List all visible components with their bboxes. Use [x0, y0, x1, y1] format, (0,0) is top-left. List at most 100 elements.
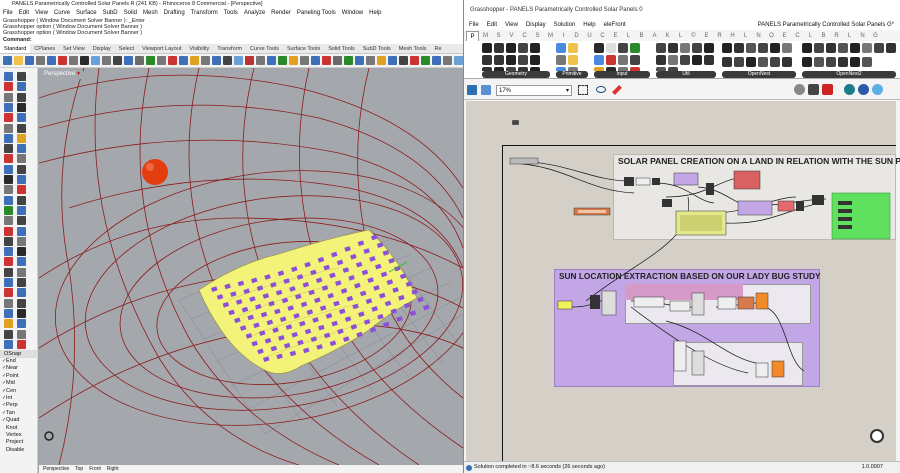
preview-eye-icon[interactable]: [596, 86, 606, 93]
component-icon[interactable]: [506, 55, 516, 65]
toolbar-tool-icon[interactable]: [157, 56, 166, 65]
viewport-tab[interactable]: Right: [107, 465, 119, 473]
gh-category-tab[interactable]: L: [843, 31, 856, 41]
left-tool-icon[interactable]: [17, 123, 26, 133]
component-icon[interactable]: [814, 43, 824, 53]
toolbar-tool-icon[interactable]: [223, 56, 232, 65]
gh-category-tab[interactable]: S: [531, 31, 544, 41]
toolbar-tool-icon[interactable]: [146, 56, 155, 65]
toolbar-tool-icon[interactable]: [410, 56, 419, 65]
toolbar-tool-icon[interactable]: [256, 56, 265, 65]
osnap-item[interactable]: ✓Mid: [0, 380, 38, 387]
left-tool-icon[interactable]: [4, 257, 13, 267]
component-icon[interactable]: [556, 55, 566, 65]
component-icon[interactable]: [692, 43, 702, 53]
gh-menu-item[interactable]: Solution: [554, 20, 576, 30]
osnap-item[interactable]: ✓End: [0, 358, 38, 365]
gh-category-tab[interactable]: C: [596, 31, 609, 41]
gh-category-tab[interactable]: N: [752, 31, 765, 41]
gh-category-tab[interactable]: B: [817, 31, 830, 41]
osnap-item[interactable]: ✓Quad: [0, 417, 38, 424]
command-prompt[interactable]: Command:: [3, 37, 463, 43]
toolbar-tool-icon[interactable]: [377, 56, 386, 65]
left-tool-icon[interactable]: [17, 329, 26, 339]
gh-menu-item[interactable]: Edit: [487, 20, 497, 30]
component-icon[interactable]: [886, 43, 896, 53]
left-tool-icon[interactable]: [4, 205, 13, 215]
component-icon[interactable]: [494, 43, 504, 53]
component-icon[interactable]: [482, 55, 492, 65]
toolbar-tool-icon[interactable]: [124, 56, 133, 65]
gh-category-tab[interactable]: P: [466, 31, 479, 41]
component-icon[interactable]: [482, 43, 492, 53]
toolbar-tool-icon[interactable]: [311, 56, 320, 65]
preview-mode-icon[interactable]: [808, 84, 819, 95]
component-icon[interactable]: [802, 43, 812, 53]
component-icon[interactable]: [494, 55, 504, 65]
gh-category-tab[interactable]: V: [505, 31, 518, 41]
menu-item[interactable]: Transform: [191, 9, 218, 18]
toolbar-tab[interactable]: Standard: [0, 44, 31, 53]
left-tool-icon[interactable]: [4, 308, 13, 318]
gh-menu-item[interactable]: Display: [526, 20, 546, 30]
preview-color-icon[interactable]: [822, 84, 833, 95]
toolbar-tool-icon[interactable]: [25, 56, 34, 65]
display-icon-2[interactable]: [858, 84, 869, 95]
left-tool-icon[interactable]: [4, 298, 13, 308]
component-icon[interactable]: [770, 57, 780, 67]
gh-category-tab[interactable]: N: [856, 31, 869, 41]
left-tool-icon[interactable]: [17, 216, 26, 226]
component-icon[interactable]: [680, 55, 690, 65]
toolbar-tab[interactable]: Solid Tools: [324, 44, 359, 53]
toolbar-tool-icon[interactable]: [245, 56, 254, 65]
menu-item[interactable]: Tools: [224, 9, 238, 18]
toolbar-tool-icon[interactable]: [344, 56, 353, 65]
component-icon[interactable]: [606, 55, 616, 65]
toolbar-tool-icon[interactable]: [168, 56, 177, 65]
gh-category-tab[interactable]: C: [791, 31, 804, 41]
toolbar-tool-icon[interactable]: [443, 56, 452, 65]
sketch-pen-icon[interactable]: [612, 85, 622, 95]
left-tool-icon[interactable]: [4, 185, 13, 195]
menu-item[interactable]: View: [35, 9, 48, 18]
left-tool-icon[interactable]: [17, 288, 26, 298]
left-tool-icon[interactable]: [4, 329, 13, 339]
left-tool-icon[interactable]: [17, 226, 26, 236]
display-icon-3[interactable]: [872, 84, 883, 95]
osnap-item[interactable]: ✓Near: [0, 365, 38, 372]
osnap-item[interactable]: Disable: [0, 447, 38, 454]
toolbar-tool-icon[interactable]: [69, 56, 78, 65]
left-tool-icon[interactable]: [4, 144, 13, 154]
component-icon[interactable]: [518, 55, 528, 65]
viewport-title-tab[interactable]: Perspective ▾: [41, 70, 84, 79]
component-icon[interactable]: [656, 55, 666, 65]
osnap-item[interactable]: Vertex: [0, 432, 38, 439]
component-icon[interactable]: [802, 57, 812, 67]
toolbar-tool-icon[interactable]: [212, 56, 221, 65]
display-icon-1[interactable]: [844, 84, 855, 95]
toolbar-tool-icon[interactable]: [333, 56, 342, 65]
left-tool-icon[interactable]: [4, 82, 13, 92]
viewport-tab[interactable]: Perspective: [43, 465, 69, 473]
toolbar-tool-icon[interactable]: [388, 56, 397, 65]
osnap-item[interactable]: ✓Point: [0, 373, 38, 380]
left-tool-icon[interactable]: [4, 175, 13, 184]
menu-item[interactable]: Mesh: [143, 9, 158, 18]
gh-category-tab[interactable]: C: [518, 31, 531, 41]
gh-category-tab[interactable]: M: [544, 31, 557, 41]
toolbar-tool-icon[interactable]: [47, 56, 56, 65]
component-icon[interactable]: [862, 43, 872, 53]
component-icon[interactable]: [734, 43, 744, 53]
menu-item[interactable]: Drafting: [164, 9, 185, 18]
gh-category-tab[interactable]: L: [674, 31, 687, 41]
left-tool-icon[interactable]: [17, 319, 26, 329]
component-icon[interactable]: [770, 43, 780, 53]
toolbar-tool-icon[interactable]: [300, 56, 309, 65]
toolbar-tool-icon[interactable]: [113, 56, 122, 65]
toolbar-tool-icon[interactable]: [135, 56, 144, 65]
left-tool-icon[interactable]: [4, 288, 13, 298]
component-icon[interactable]: [630, 55, 640, 65]
left-tool-icon[interactable]: [4, 267, 13, 277]
gh-category-tab[interactable]: G: [869, 31, 882, 41]
osnap-item[interactable]: Project: [0, 439, 38, 446]
